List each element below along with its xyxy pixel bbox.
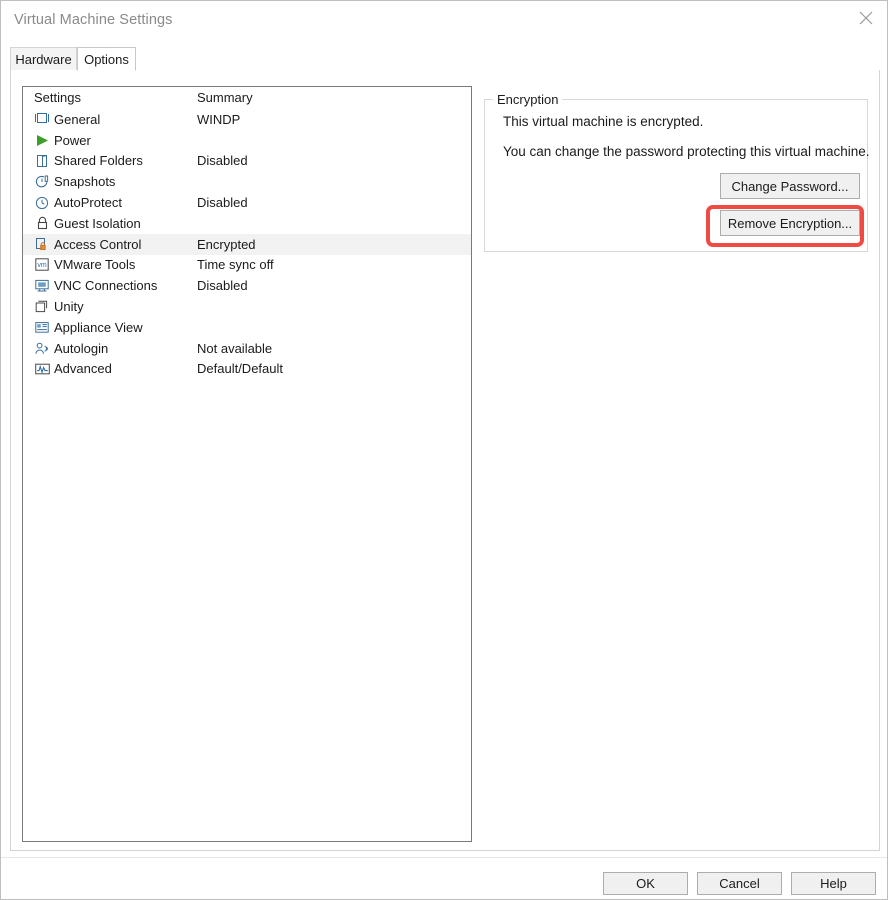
list-item-summary: Time sync off (197, 257, 274, 273)
settings-list[interactable]: Settings Summary General WINDP Power Sha… (22, 86, 472, 842)
list-item-summary: WINDP (197, 111, 241, 127)
svg-text:vm: vm (37, 262, 47, 269)
list-item-summary: Disabled (197, 153, 248, 169)
power-icon (34, 132, 50, 148)
vmware-tools-icon: vm (34, 257, 50, 273)
list-item-general[interactable]: General WINDP (23, 109, 471, 130)
autoprotect-icon (34, 195, 50, 211)
tab-options[interactable]: Options (77, 47, 136, 71)
list-item-vmware-tools[interactable]: vm VMware Tools Time sync off (23, 255, 471, 276)
list-item-unity[interactable]: Unity (23, 296, 471, 317)
list-item-shared-folders[interactable]: Shared Folders Disabled (23, 151, 471, 172)
appliance-view-icon (34, 319, 50, 335)
lock-icon (34, 215, 50, 231)
title-bar: Virtual Machine Settings (1, 1, 887, 41)
list-item-advanced[interactable]: Advanced Default/Default (23, 359, 471, 380)
snapshots-icon (34, 174, 50, 190)
list-item-summary: Encrypted (197, 236, 256, 252)
help-button[interactable]: Help (791, 872, 876, 895)
window-title: Virtual Machine Settings (14, 12, 173, 28)
list-item-guest-isolation[interactable]: Guest Isolation (23, 213, 471, 234)
list-item-label: AutoProtect (54, 195, 122, 211)
list-item-power[interactable]: Power (23, 130, 471, 151)
tab-hardware[interactable]: Hardware (10, 47, 77, 71)
list-item-label: Snapshots (54, 174, 116, 190)
options-tab-panel: Settings Summary General WINDP Power Sha… (10, 70, 880, 851)
column-header-settings: Settings (34, 90, 81, 105)
access-control-icon (34, 236, 50, 252)
settings-list-header: Settings Summary (23, 87, 471, 109)
list-item-vnc-connections[interactable]: VNC Connections Disabled (23, 275, 471, 296)
remove-encryption-button[interactable]: Remove Encryption... (720, 210, 860, 236)
list-item-label: Appliance View (54, 319, 143, 335)
autologin-icon (34, 340, 50, 356)
footer-separator (1, 857, 887, 858)
encryption-description-text: You can change the password protecting t… (503, 144, 870, 159)
list-item-summary: Not available (197, 340, 273, 356)
list-item-label: Power (54, 132, 91, 148)
list-item-label: Guest Isolation (54, 215, 141, 231)
vnc-icon (34, 278, 50, 294)
virtual-machine-settings-window: Virtual Machine Settings Hardware Option… (0, 0, 888, 900)
list-item-label: VMware Tools (54, 257, 136, 273)
list-item-summary: Disabled (197, 195, 248, 211)
list-item-appliance-view[interactable]: Appliance View (23, 317, 471, 338)
list-item-label: Autologin (54, 340, 109, 356)
settings-list-rows: General WINDP Power Shared Folders Disab… (23, 109, 471, 379)
shared-folders-icon (34, 153, 50, 169)
list-item-label: Advanced (54, 361, 112, 377)
list-item-label: Access Control (54, 236, 142, 252)
advanced-icon (34, 361, 50, 377)
tab-strip: Hardware Options (10, 47, 880, 71)
list-item-summary: Disabled (197, 278, 248, 294)
change-password-button[interactable]: Change Password... (720, 173, 860, 199)
list-item-label: General (54, 111, 101, 127)
encryption-status-text: This virtual machine is encrypted. (503, 114, 704, 129)
list-item-autologin[interactable]: Autologin Not available (23, 338, 471, 359)
unity-icon (34, 299, 50, 315)
column-header-summary: Summary (197, 90, 253, 105)
list-item-autoprotect[interactable]: AutoProtect Disabled (23, 192, 471, 213)
general-icon (34, 111, 50, 127)
encryption-group-title: Encryption (493, 92, 563, 107)
ok-button[interactable]: OK (603, 872, 688, 895)
close-button[interactable] (843, 1, 887, 35)
cancel-button[interactable]: Cancel (697, 872, 782, 895)
list-item-summary: Default/Default (197, 361, 283, 377)
list-item-label: Unity (54, 299, 84, 315)
close-icon (859, 11, 873, 25)
list-item-access-control[interactable]: Access Control Encrypted (23, 233, 471, 255)
list-item-label: Shared Folders (54, 153, 143, 169)
list-item-label: VNC Connections (54, 278, 158, 294)
list-item-snapshots[interactable]: Snapshots (23, 171, 471, 192)
encryption-group: Encryption This virtual machine is encry… (484, 92, 870, 252)
